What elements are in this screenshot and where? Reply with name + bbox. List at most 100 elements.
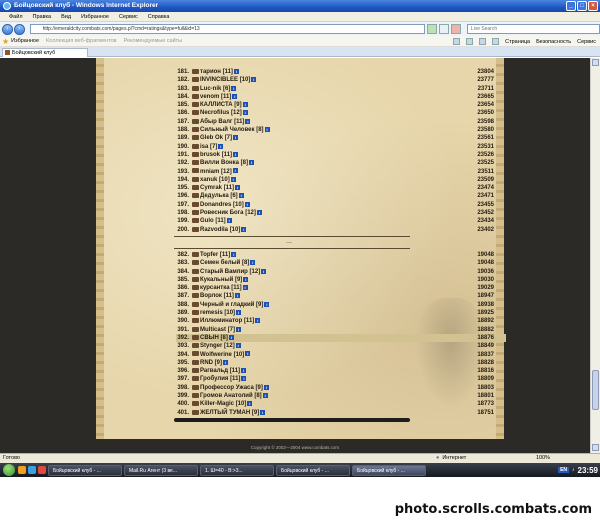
scroll-up-arrow[interactable] [592, 59, 599, 66]
player-name[interactable]: Gleb Ok [200, 135, 223, 141]
search-input[interactable] [466, 24, 600, 34]
favorites-item-web-slices[interactable]: Коллекция веб-фрагментов [46, 38, 117, 44]
clan-icon[interactable] [192, 135, 199, 141]
stop-button[interactable] [450, 24, 461, 34]
info-icon[interactable]: i [226, 218, 232, 224]
info-icon[interactable]: i [218, 143, 224, 149]
menu-edit[interactable]: Правка [28, 12, 57, 21]
minimize-button[interactable]: _ [566, 1, 576, 11]
player-name[interactable]: Кукальный [200, 277, 233, 283]
player-name[interactable]: Luc-nik [200, 86, 221, 92]
player-name[interactable]: Necrofilus [200, 110, 229, 116]
info-icon[interactable]: i [238, 193, 244, 199]
info-icon[interactable]: i [243, 276, 249, 282]
clan-icon[interactable] [192, 260, 199, 266]
player-name[interactable]: Cymrak [200, 185, 222, 191]
quicklaunch-icon[interactable] [38, 466, 46, 474]
info-icon[interactable]: i [245, 118, 251, 124]
vertical-scrollbar[interactable] [590, 58, 600, 453]
favorites-item-suggested-sites[interactable]: Рекомендуемые сайты [124, 38, 183, 44]
clan-icon[interactable] [192, 68, 199, 74]
command-safety[interactable]: Безопасность [536, 39, 571, 45]
quicklaunch-icon[interactable] [18, 466, 26, 474]
player-name[interactable]: ЖЕЛТЫЙ ТУМАН [200, 410, 250, 416]
clan-icon[interactable] [192, 251, 199, 257]
menu-tools[interactable]: Сервис [114, 12, 143, 21]
info-icon[interactable]: i [236, 326, 242, 332]
go-button[interactable] [427, 24, 438, 34]
info-icon[interactable]: i [228, 334, 234, 340]
player-name[interactable]: КАЛЛИСТА [200, 102, 233, 108]
clock[interactable]: 23:59 [578, 466, 598, 475]
info-icon[interactable]: i [242, 285, 248, 291]
clan-icon[interactable] [192, 185, 199, 191]
menu-file[interactable]: Файл [4, 12, 28, 21]
close-button[interactable]: × [588, 1, 598, 11]
info-icon[interactable]: i [242, 102, 248, 108]
clan-icon[interactable] [192, 401, 199, 407]
player-name[interactable]: Старый Вампир [200, 269, 248, 275]
player-name[interactable]: Сильный Человек [200, 127, 255, 133]
player-name[interactable]: Вилли Вонка [200, 160, 239, 166]
clan-icon[interactable] [192, 285, 199, 291]
star-icon[interactable]: ★ [2, 37, 9, 46]
clan-icon[interactable] [192, 209, 199, 215]
player-name[interactable]: brusok [200, 152, 220, 158]
info-icon[interactable]: i [234, 293, 240, 299]
clan-icon[interactable] [192, 77, 199, 83]
print-icon[interactable] [492, 38, 500, 45]
info-icon[interactable]: i [236, 310, 242, 315]
mail-icon[interactable] [479, 38, 487, 45]
info-icon[interactable]: i [241, 376, 247, 382]
clan-icon[interactable] [192, 127, 199, 132]
taskbar-item[interactable]: Бойцовский клуб - ... [48, 464, 122, 476]
player-name[interactable]: курсантка [200, 285, 230, 291]
player-name[interactable]: mniam [200, 169, 219, 175]
clan-icon[interactable] [192, 384, 199, 390]
clan-icon[interactable] [192, 193, 199, 199]
refresh-button[interactable] [439, 24, 449, 34]
info-icon[interactable]: i [250, 260, 256, 266]
info-icon[interactable]: i [232, 168, 238, 174]
info-icon[interactable]: i [260, 409, 266, 415]
player-name[interactable]: INVINCIBLEE [200, 77, 238, 83]
clan-icon[interactable] [192, 110, 199, 116]
player-name[interactable]: remesis [200, 310, 223, 316]
clan-icon[interactable] [192, 151, 199, 157]
info-icon[interactable]: i [264, 127, 270, 132]
clan-icon[interactable] [192, 176, 199, 182]
player-name[interactable]: Ворлок [200, 293, 222, 299]
taskbar-item[interactable]: Mail.Ru Агент (3 ве... [124, 464, 198, 476]
player-name[interactable]: СВЫН [200, 335, 219, 341]
player-name[interactable]: Черный и гладкий [200, 302, 254, 308]
clan-icon[interactable] [192, 268, 199, 274]
menu-view[interactable]: Вид [56, 12, 76, 21]
clan-icon[interactable] [192, 343, 199, 349]
info-icon[interactable]: i [223, 359, 229, 365]
player-name[interactable]: Громов Анатолий [200, 393, 253, 399]
player-name[interactable]: Профессор Ужаса [200, 385, 254, 391]
player-name[interactable]: Wolfwerine [200, 352, 232, 358]
info-icon[interactable]: i [232, 93, 238, 99]
info-icon[interactable]: i [262, 392, 268, 398]
player-name[interactable]: тарион [200, 69, 221, 75]
info-icon[interactable]: i [264, 301, 270, 307]
clan-icon[interactable] [192, 85, 199, 91]
taskbar-item[interactable]: Бойцовский клуб - ... [352, 464, 426, 476]
info-icon[interactable]: i [241, 226, 247, 232]
clan-icon[interactable] [192, 376, 199, 382]
clan-icon[interactable] [192, 218, 199, 224]
start-button[interactable] [3, 464, 15, 476]
player-name[interactable]: Дедулька [200, 193, 229, 199]
info-icon[interactable]: i [241, 368, 247, 374]
forward-button[interactable]: › [13, 23, 25, 35]
info-icon[interactable]: i [248, 160, 254, 166]
info-icon[interactable]: i [235, 185, 241, 191]
info-icon[interactable]: i [244, 201, 250, 207]
info-icon[interactable]: i [233, 151, 239, 157]
clan-icon[interactable] [192, 143, 199, 149]
scroll-thumb[interactable] [592, 370, 599, 410]
player-name[interactable]: Stynger [200, 343, 222, 349]
language-indicator[interactable]: EN [558, 467, 570, 473]
player-name[interactable]: Donandres [200, 202, 231, 208]
